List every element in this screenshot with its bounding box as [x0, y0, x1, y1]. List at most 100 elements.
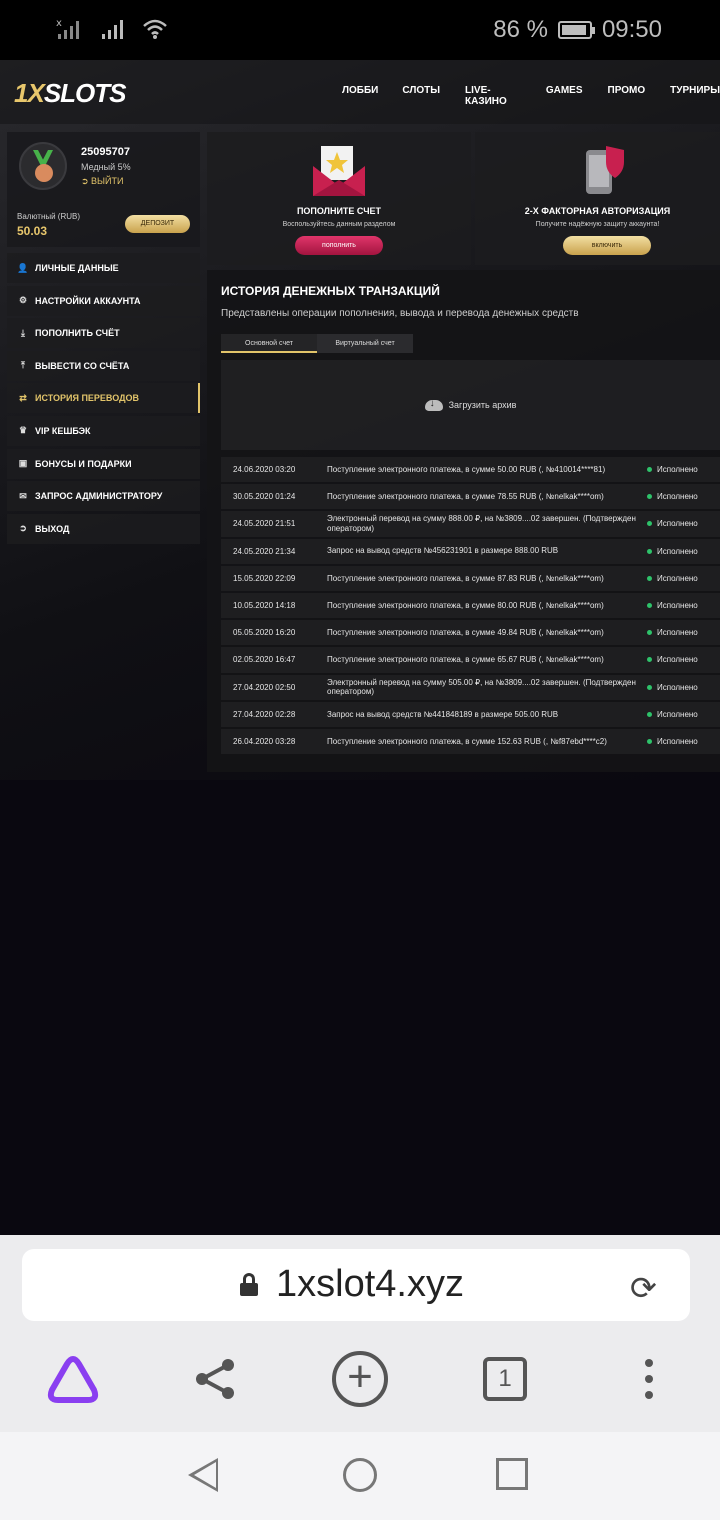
menu-item-bonuses[interactable]: ▣ БОНУСЫ И ПОДАРКИ	[7, 448, 200, 479]
upload-icon: ⤒	[21, 360, 25, 371]
nav-games[interactable]: GAMES	[546, 85, 583, 107]
transaction-history-panel: ИСТОРИЯ ДЕНЕЖНЫХ ТРАНЗАКЦИЙ Представлены…	[207, 270, 720, 772]
crown-icon: ♛	[18, 425, 28, 436]
menu-item-transfer-history[interactable]: ⇄ ИСТОРИЯ ПЕРЕВОДОВ	[7, 383, 200, 414]
download-archive-button[interactable]: Загрузить архив	[221, 360, 720, 450]
account-menu: 👤 ЛИЧНЫЕ ДАННЫЕ ⚙ НАСТРОЙКИ АККАУНТА ⤓ ПОПО…	[7, 253, 200, 546]
menu-item-deposit[interactable]: ⤓ ПОПОЛНИТЬ СЧЁТ	[7, 318, 200, 349]
tab-virtual-account[interactable]: Виртуальный счет	[317, 334, 413, 353]
transaction-description: Поступление электронного платежа, в сумм…	[327, 464, 606, 474]
status-label: Исполнено	[657, 546, 698, 556]
transaction-status: Исполнено	[637, 710, 698, 719]
alice-icon	[47, 1355, 99, 1403]
transfer-arrows-icon: ⇄	[19, 392, 27, 403]
menu-item-personal-data[interactable]: 👤 ЛИЧНЫЕ ДАННЫЕ	[7, 253, 200, 283]
menu-label: БОНУСЫ И ПОДАРКИ	[35, 458, 132, 469]
share-icon	[196, 1359, 234, 1399]
transactions-list: 24.06.2020 03:20 Поступление электронного…	[221, 457, 720, 756]
transaction-description: Поступление электронного платежа, в сумм…	[327, 655, 604, 665]
lock-icon	[240, 1273, 258, 1296]
tab-main-account[interactable]: Основной счет	[221, 334, 317, 353]
status-dot-icon	[647, 684, 652, 690]
more-dot	[645, 1375, 653, 1383]
menu-label: VIP КЕШБЭК	[35, 425, 91, 436]
new-tab-button[interactable]: +	[330, 1351, 390, 1407]
nav-lobby[interactable]: ЛОББИ	[342, 85, 378, 107]
rank-medal-icon	[19, 142, 67, 190]
transaction-description: Поступление электронного платежа, в сумм…	[327, 573, 604, 583]
wifi-icon	[143, 19, 167, 39]
table-row: 27.04.2020 02:50 Электронный перевод на с…	[221, 674, 720, 700]
enable-2fa-button[interactable]: включить	[563, 236, 651, 255]
nav-live-casino[interactable]: LIVE-КАЗИНО	[465, 85, 522, 107]
deposit-card-button[interactable]: пополнить	[295, 236, 383, 255]
menu-label: ПОПОЛНИТЬ СЧЁТ	[35, 328, 120, 339]
menu-item-vip-cashback[interactable]: ♛ VIP КЕШБЭК	[7, 415, 200, 446]
menu-item-logout[interactable]: ➲ ВЫХОД	[7, 513, 200, 544]
reload-icon[interactable]: ⟳	[630, 1269, 657, 1307]
balance-value: 50.03	[17, 224, 48, 238]
nav-tournaments[interactable]: ТУРНИРЫ	[670, 85, 720, 107]
share-button[interactable]	[190, 1351, 240, 1407]
download-archive-label: Загрузить архив	[448, 400, 517, 410]
home-icon[interactable]	[343, 1458, 377, 1492]
status-label: Исполнено	[657, 573, 698, 583]
deposit-button[interactable]: ДЕПОЗИТ	[125, 215, 190, 233]
transaction-description: Запрос на вывод средств №456231901 в раз…	[327, 546, 559, 556]
nav-promo[interactable]: ПРОМО	[608, 85, 646, 107]
menu-label: ЗАПРОС АДМИНИСТРАТОРУ	[35, 491, 163, 502]
user-level: Медный 5%	[81, 162, 131, 172]
table-row: 30.05.2020 01:24 Поступление электронного…	[221, 484, 720, 510]
status-label: Исполнено	[657, 655, 698, 665]
gift-icon: ▣	[18, 458, 28, 469]
nav-slots[interactable]: СЛОТЫ	[402, 85, 440, 107]
battery-icon	[557, 21, 595, 39]
table-row: 27.04.2020 02:28 Запрос на вывод средств …	[221, 701, 720, 727]
history-subtitle: Представлены операции пополнения, вывода…	[221, 308, 579, 319]
transaction-description: Поступление электронного платежа, в сумм…	[327, 600, 604, 610]
transaction-status: Исполнено	[637, 655, 698, 664]
status-label: Исполнено	[657, 736, 698, 746]
download-icon: ⤓	[21, 327, 25, 338]
status-dot-icon	[647, 738, 652, 744]
back-icon[interactable]	[188, 1458, 218, 1492]
status-bar: x 86 % 09:50	[0, 0, 720, 60]
url-field[interactable]: 1xslot4.xyz ⟳	[22, 1249, 690, 1321]
table-row: 02.05.2020 16:47 Поступление электронного…	[221, 647, 720, 673]
site-logo[interactable]: 1XSLOTS	[14, 78, 127, 109]
transaction-description: Запрос на вывод средств №441848189 в раз…	[327, 709, 559, 719]
status-label: Исполнено	[657, 709, 698, 719]
table-row: 26.04.2020 03:28 Поступление электронного…	[221, 728, 720, 755]
transaction-status: Исполнено	[637, 465, 698, 474]
no-sim-signal-icon: x	[56, 18, 79, 39]
tabs-button[interactable]: 1	[478, 1351, 532, 1407]
alice-assistant-button[interactable]	[44, 1351, 102, 1407]
logout-link[interactable]: ➲ ВЫЙТИ	[81, 176, 123, 187]
two-factor-card-title: 2-Х ФАКТОРНАЯ АВТОРИЗАЦИЯ	[524, 206, 671, 216]
menu-label: ИСТОРИЯ ПЕРЕВОДОВ	[35, 393, 140, 404]
transaction-date: 27.04.2020 02:28	[233, 709, 296, 719]
tab-count: 1	[483, 1357, 527, 1401]
more-dot	[645, 1359, 653, 1367]
more-menu-button[interactable]	[634, 1351, 664, 1407]
user-id: 25095707	[81, 146, 130, 158]
menu-item-admin-request[interactable]: ✉ ЗАПРОС АДМИНИСТРАТОРУ	[7, 481, 200, 512]
transaction-date: 30.05.2020 01:24	[233, 492, 296, 502]
table-row: 15.05.2020 22:09 Поступление электронного…	[221, 565, 720, 591]
transaction-status: Исполнено	[637, 547, 698, 556]
status-dot-icon	[647, 711, 652, 717]
menu-item-withdraw[interactable]: ⤒ ВЫВЕСТИ СО СЧЁТА	[7, 350, 200, 381]
status-label: Исполнено	[657, 628, 698, 638]
transaction-date: 24.05.2020 21:51	[233, 519, 296, 529]
logo-prefix: 1X	[14, 78, 45, 108]
transaction-date: 24.06.2020 03:20	[233, 465, 296, 475]
transaction-status: Исполнено	[637, 683, 698, 692]
menu-label: НАСТРОЙКИ АККАУНТА	[35, 295, 141, 306]
recent-apps-icon[interactable]	[496, 1458, 528, 1490]
logout-icon: ➲	[19, 523, 27, 534]
status-dot-icon	[647, 575, 652, 581]
status-dot-icon	[647, 494, 652, 500]
logo-text: SLOTS	[43, 78, 127, 108]
menu-item-account-settings[interactable]: ⚙ НАСТРОЙКИ АККАУНТА	[7, 285, 200, 316]
phone-shield-icon	[586, 146, 624, 194]
